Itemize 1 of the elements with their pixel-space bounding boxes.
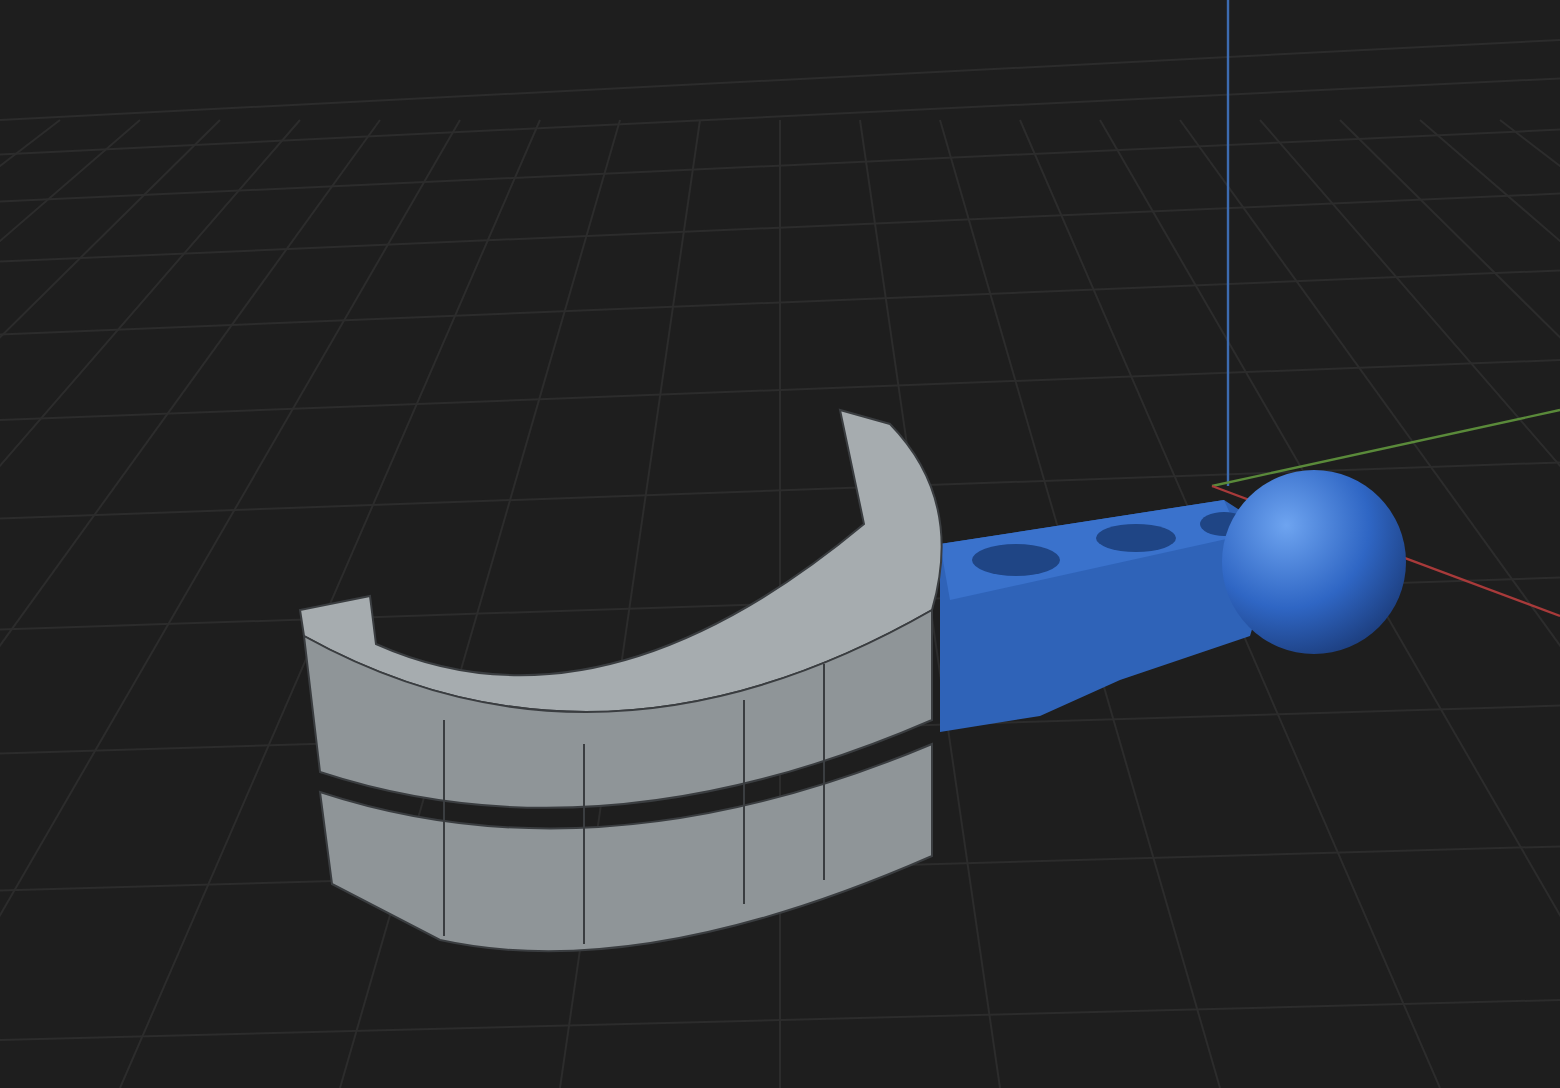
3d-viewport[interactable] <box>0 0 1560 1088</box>
